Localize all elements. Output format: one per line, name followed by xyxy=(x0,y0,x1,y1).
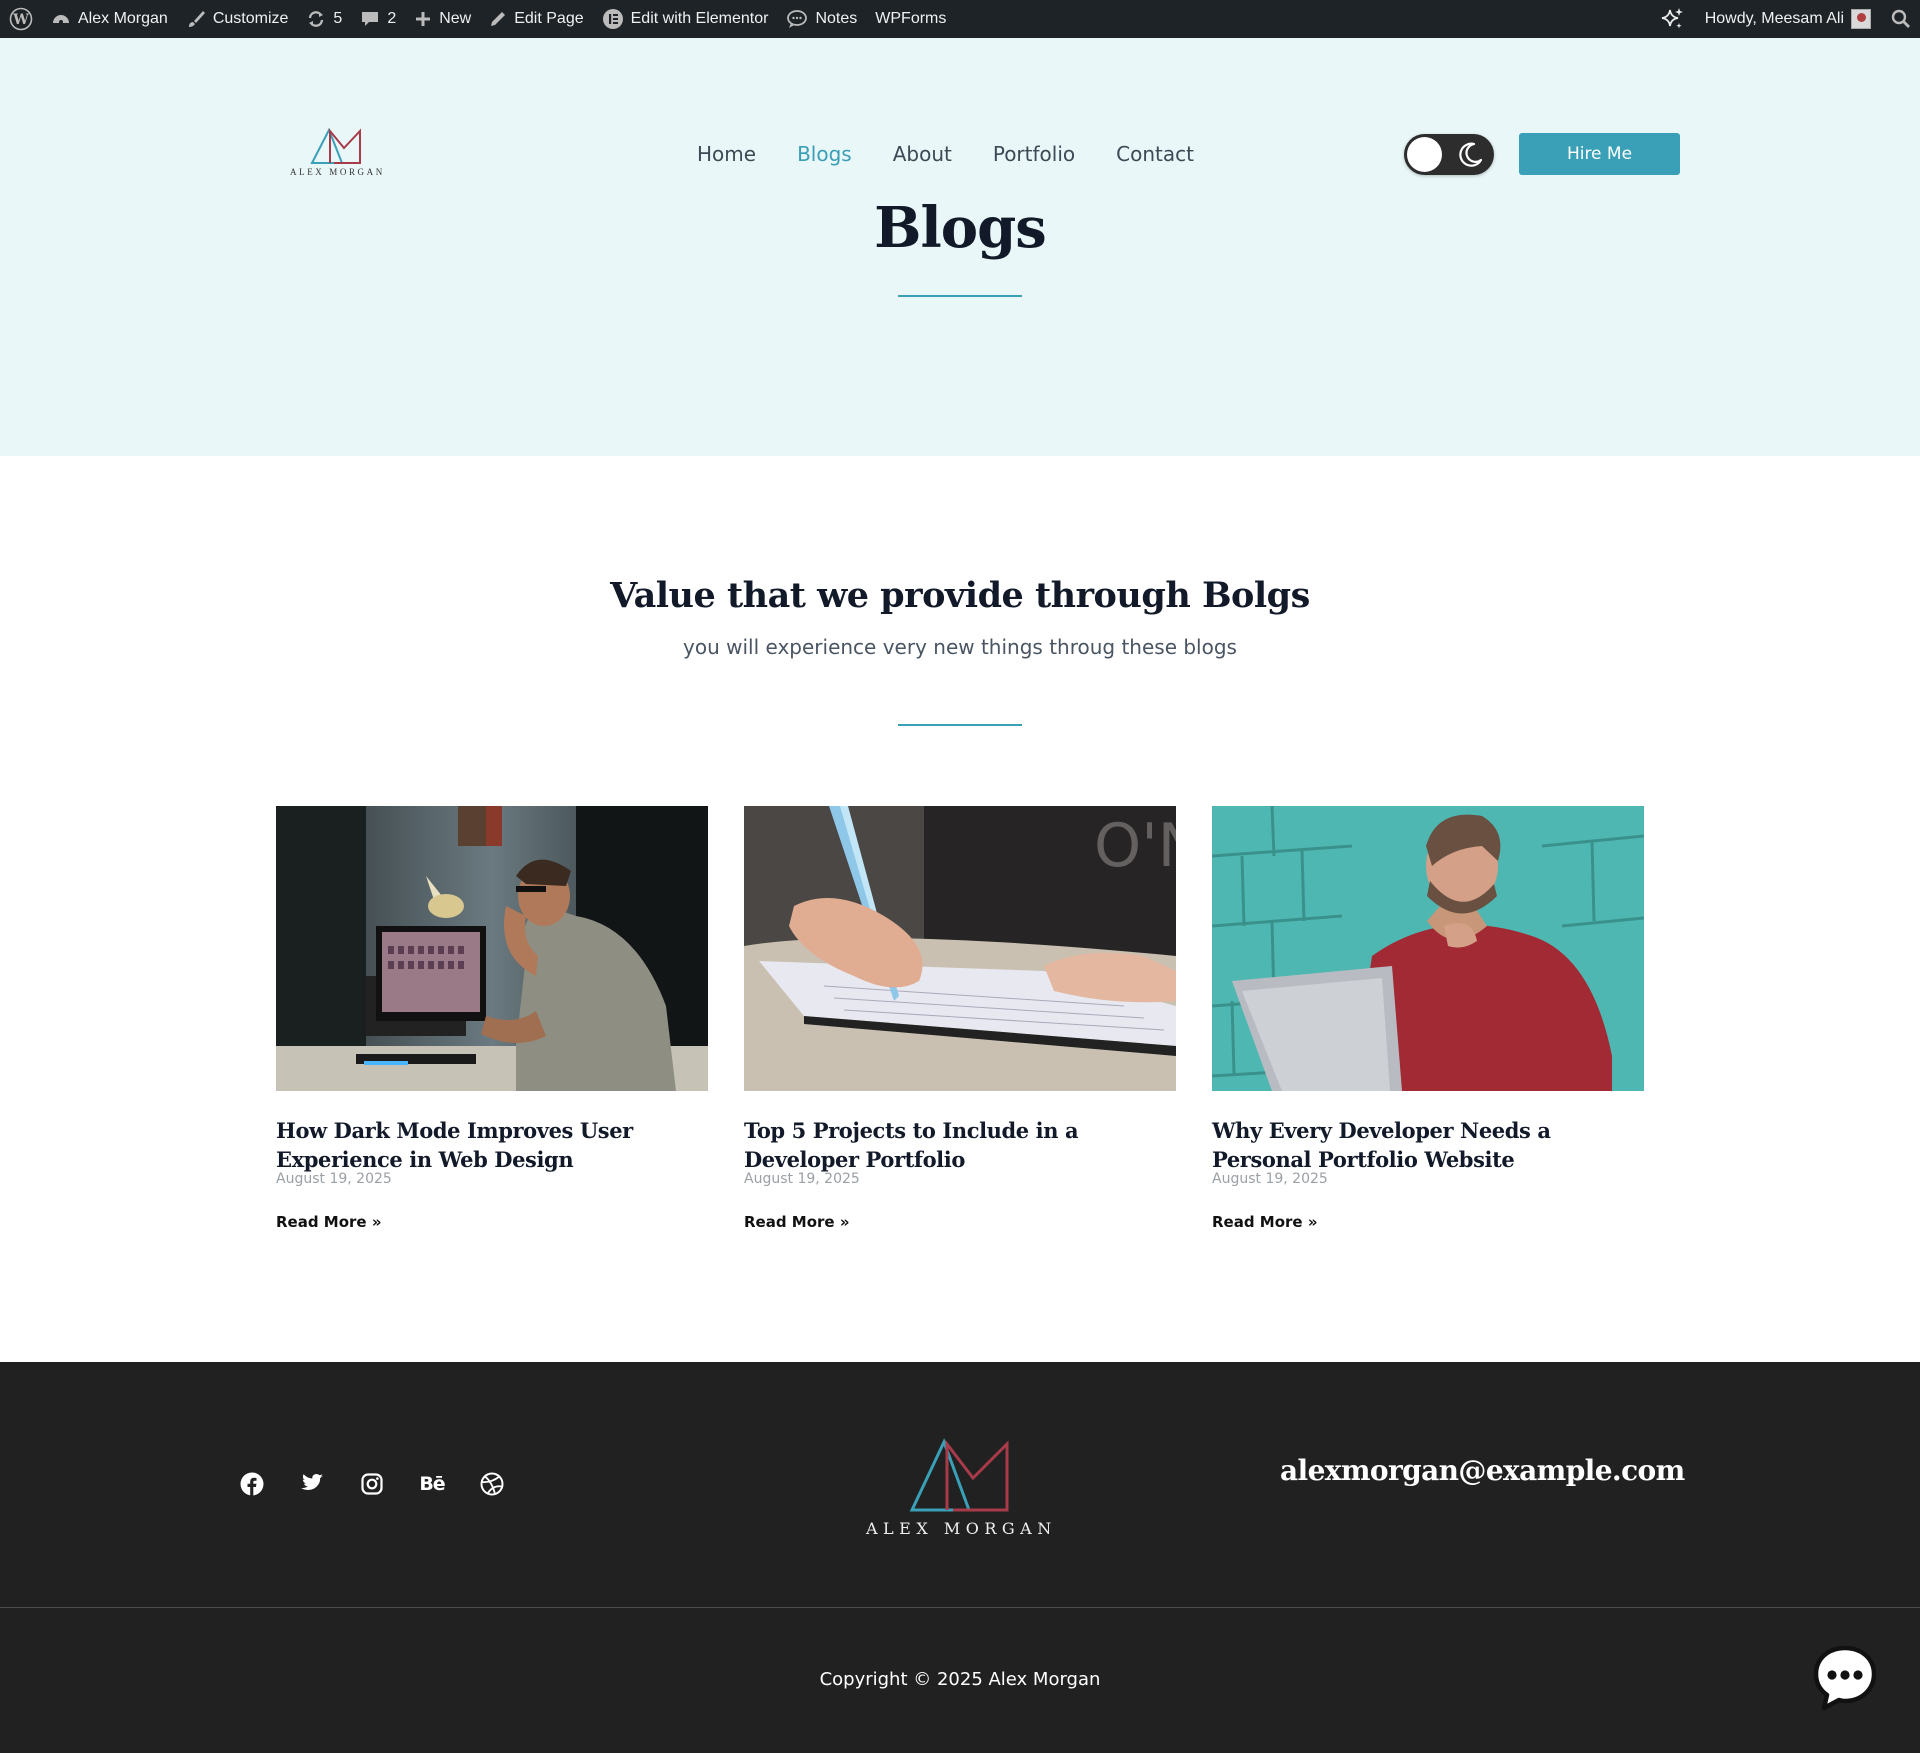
man-with-laptop-image xyxy=(1212,806,1644,1091)
customize-link[interactable]: Customize xyxy=(177,0,298,38)
facebook-link[interactable] xyxy=(239,1471,265,1497)
site-logo[interactable]: ALEX MORGAN xyxy=(290,127,385,177)
dribbble-link[interactable] xyxy=(479,1471,505,1497)
moon-icon xyxy=(1459,142,1483,167)
behance-icon: Bē xyxy=(419,1473,445,1495)
plus-icon xyxy=(416,12,431,26)
footer-logo[interactable]: ALEX MORGAN xyxy=(866,1438,1054,1538)
avatar xyxy=(1851,9,1871,29)
blog-title[interactable]: How Dark Mode Improves User Experience i… xyxy=(276,1116,708,1174)
blog-card: How Dark Mode Improves User Experience i… xyxy=(276,806,708,1232)
nav-home[interactable]: Home xyxy=(697,142,756,166)
search-icon xyxy=(1891,9,1910,28)
logo-text: ALEX MORGAN xyxy=(290,167,385,177)
howdy-label: Howdy, Meesam Ali xyxy=(1704,10,1844,27)
title-underline xyxy=(898,295,1022,297)
elementor-icon xyxy=(602,9,623,29)
section-divider xyxy=(898,724,1022,726)
blog-title[interactable]: Why Every Developer Needs a Personal Por… xyxy=(1212,1116,1644,1174)
customize-label: Customize xyxy=(212,10,289,27)
read-more-link[interactable]: Read More » xyxy=(276,1213,382,1231)
updates-link[interactable]: 5 xyxy=(297,0,351,38)
chat-widget-button[interactable] xyxy=(1812,1645,1878,1711)
page-title: Blogs xyxy=(874,195,1047,261)
nav-contact[interactable]: Contact xyxy=(1116,142,1194,166)
admin-bar-left: W Alex Morgan Customize 5 2 New Edit Pag… xyxy=(0,0,955,38)
wordpress-logo-button[interactable]: W xyxy=(0,0,42,38)
behance-link[interactable]: Bē xyxy=(419,1471,445,1497)
svg-text:O'N: O'N xyxy=(1094,811,1176,881)
nav-blogs[interactable]: Blogs xyxy=(797,142,852,166)
twitter-icon xyxy=(301,1474,323,1490)
blog-thumbnail[interactable] xyxy=(1212,806,1644,1091)
comments-link[interactable]: 2 xyxy=(351,0,405,38)
am-logo-mark xyxy=(310,127,361,164)
notes-link[interactable]: Notes xyxy=(777,0,866,38)
notes-icon xyxy=(787,10,808,28)
section-title: Value that we provide through Bolgs xyxy=(610,575,1310,616)
svg-text:W: W xyxy=(12,12,29,28)
ai-sparkle-button[interactable] xyxy=(1649,0,1695,38)
user-account-menu[interactable]: Howdy, Meesam Ali xyxy=(1695,0,1881,38)
edit-elementor-label: Edit with Elementor xyxy=(630,10,769,27)
hand-writing-image: O'N xyxy=(744,806,1176,1091)
pencil-icon xyxy=(491,12,506,26)
main-nav: Home Blogs About Portfolio Contact xyxy=(697,138,1235,170)
wp-admin-bar: W Alex Morgan Customize 5 2 New Edit Pag… xyxy=(0,0,1920,38)
footer-divider xyxy=(0,1607,1920,1608)
dashboard-icon xyxy=(53,15,69,24)
sparkle-icon xyxy=(1661,8,1683,29)
dribbble-icon xyxy=(480,1472,504,1496)
hire-me-button[interactable]: Hire Me xyxy=(1519,133,1680,175)
wordpress-icon: W xyxy=(9,7,33,31)
wpforms-link[interactable]: WPForms xyxy=(866,0,955,38)
chat-bubble-icon xyxy=(1813,1645,1877,1711)
brush-icon xyxy=(188,11,205,27)
new-label: New xyxy=(439,10,472,27)
instagram-link[interactable] xyxy=(359,1471,385,1497)
new-content-link[interactable]: New xyxy=(405,0,480,38)
updates-icon xyxy=(309,11,324,27)
site-footer: Bē ALEX MORGAN alexmorgan@example.com Co… xyxy=(0,1362,1920,1753)
instagram-icon xyxy=(361,1473,383,1495)
section-subtitle: you will experience very new things thro… xyxy=(683,635,1237,659)
social-links: Bē xyxy=(239,1471,539,1497)
blog-title[interactable]: Top 5 Projects to Include in a Developer… xyxy=(744,1116,1176,1174)
page-header: ALEX MORGAN Home Blogs About Portfolio C… xyxy=(0,38,1920,456)
admin-search-button[interactable] xyxy=(1881,0,1920,38)
site-name-label: Alex Morgan xyxy=(78,10,168,27)
man-at-computer-image xyxy=(276,806,708,1091)
footer-logo-text: ALEX MORGAN xyxy=(866,1519,1057,1538)
updates-count: 5 xyxy=(333,10,343,27)
blog-card: Why Every Developer Needs a Personal Por… xyxy=(1212,806,1644,1232)
blog-card: O'N Top 5 Projects to Include in a Devel… xyxy=(744,806,1176,1232)
edit-elementor-link[interactable]: Edit with Elementor xyxy=(593,0,778,38)
toggle-knob xyxy=(1407,137,1442,172)
notes-label: Notes xyxy=(815,10,858,27)
nav-about[interactable]: About xyxy=(893,142,952,166)
admin-bar-right: Howdy, Meesam Ali xyxy=(1649,0,1920,38)
read-more-link[interactable]: Read More » xyxy=(1212,1213,1318,1231)
edit-page-link[interactable]: Edit Page xyxy=(480,0,592,38)
copyright-text: Copyright © 2025 Alex Morgan xyxy=(819,1669,1101,1690)
comments-count: 2 xyxy=(387,10,397,27)
wpforms-label: WPForms xyxy=(875,10,947,27)
facebook-icon xyxy=(240,1472,264,1496)
blog-thumbnail[interactable]: O'N xyxy=(744,806,1176,1091)
nav-portfolio[interactable]: Portfolio xyxy=(993,142,1075,166)
read-more-link[interactable]: Read More » xyxy=(744,1213,850,1231)
am-logo-mark xyxy=(909,1438,1009,1512)
dark-mode-toggle[interactable] xyxy=(1404,134,1494,175)
blog-thumbnail[interactable] xyxy=(276,806,708,1091)
edit-page-label: Edit Page xyxy=(514,10,584,27)
comment-icon xyxy=(362,12,379,26)
site-name-link[interactable]: Alex Morgan xyxy=(42,0,177,38)
contact-email-link[interactable]: alexmorgan@example.com xyxy=(1280,1454,1685,1487)
twitter-link[interactable] xyxy=(299,1471,325,1497)
